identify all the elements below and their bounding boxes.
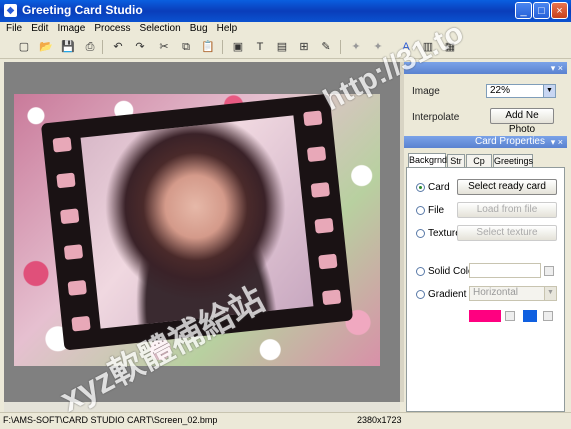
menu-file[interactable]: File xyxy=(6,22,22,36)
new-icon[interactable]: ▢ xyxy=(16,39,32,55)
file-radio[interactable] xyxy=(416,206,425,215)
select-ready-card-button[interactable]: Select ready card xyxy=(457,179,557,195)
image-icon[interactable]: ▣ xyxy=(230,39,246,55)
gradient-color-1[interactable] xyxy=(469,310,501,322)
text-icon[interactable]: T xyxy=(252,39,268,55)
background-tab-pane: Card Select ready card File Load from fi… xyxy=(406,167,565,412)
tab-str[interactable]: Str xyxy=(447,154,465,167)
toolbar-separator xyxy=(340,40,341,54)
zoom-select[interactable]: 22% ▼ xyxy=(486,84,556,98)
card-radio[interactable] xyxy=(416,183,425,192)
card-label: Card xyxy=(428,182,450,193)
add-photo-button[interactable]: Add Ne Photo xyxy=(490,108,554,135)
gradient-radio[interactable] xyxy=(416,290,425,299)
window-title: Greeting Card Studio xyxy=(22,3,143,17)
gradient-color-1-picker[interactable] xyxy=(505,311,515,321)
status-file-path: F:\AMS-SOFT\CARD STUDIO CART\Screen_02.b… xyxy=(3,415,218,425)
card-properties-title: Card Properties xyxy=(474,136,545,147)
film-hole xyxy=(67,279,87,296)
portrait-photo xyxy=(80,115,314,329)
toolbar-separator xyxy=(102,40,103,54)
redo-icon[interactable]: ↷ xyxy=(132,39,148,55)
gradient-mode-select[interactable]: Horizontal ▼ xyxy=(469,286,557,301)
select-texture-button[interactable]: Select texture xyxy=(457,225,557,241)
card-properties-header: Card Properties ▾ × xyxy=(404,136,567,148)
film-hole xyxy=(303,110,323,127)
film-hole xyxy=(60,208,80,225)
menu-bar: File Edit Image Process Selection Bug He… xyxy=(0,22,571,36)
load-from-file-button[interactable]: Load from file xyxy=(457,202,557,218)
gradient-color-2[interactable] xyxy=(523,310,537,322)
menu-bug[interactable]: Bug xyxy=(190,22,208,36)
texture-label: Texture xyxy=(428,228,461,239)
tab-background[interactable]: Backgrnd xyxy=(408,153,447,167)
frame-icon[interactable]: ⊞ xyxy=(296,39,312,55)
panel-buttons[interactable]: ▾ × xyxy=(551,62,563,74)
close-button[interactable]: × xyxy=(551,2,568,19)
file-label: File xyxy=(428,205,445,216)
toolbar: ▢ 📂 💾 ⎙ ↶ ↷ ✂ ⧉ 📋 ▣ T ▤ ⊞ ✎ ✦ ✦ A ▥ ▦ xyxy=(0,36,571,59)
interpolate-label: Interpolate xyxy=(412,112,460,123)
film-hole xyxy=(56,172,76,189)
chevron-down-icon: ▼ xyxy=(544,287,556,300)
solid-color-radio[interactable] xyxy=(416,267,425,276)
panel-buttons[interactable]: ▾ × xyxy=(551,136,563,148)
rotate-left-icon[interactable]: ✦ xyxy=(348,39,364,55)
minimize-button[interactable]: _ xyxy=(515,2,532,19)
save-icon[interactable]: 💾 xyxy=(60,39,76,55)
status-image-size: 2380x1723 xyxy=(357,415,402,425)
undo-icon[interactable]: ↶ xyxy=(110,39,126,55)
film-hole xyxy=(321,289,342,306)
gradient-color-2-picker[interactable] xyxy=(543,311,553,321)
menu-image[interactable]: Image xyxy=(57,22,85,36)
film-hole xyxy=(306,146,327,163)
side-panel: ▾ × Image 22% ▼ Interpolate Add Ne Photo… xyxy=(404,62,567,412)
film-hole xyxy=(52,136,72,153)
texture-radio[interactable] xyxy=(416,229,425,238)
status-bar: F:\AMS-SOFT\CARD STUDIO CART\Screen_02.b… xyxy=(0,412,571,429)
cut-icon[interactable]: ✂ xyxy=(156,39,172,55)
menu-selection[interactable]: Selection xyxy=(140,22,181,36)
toolbar-separator xyxy=(222,40,223,54)
gradient-mode-value: Horizontal xyxy=(473,287,519,298)
menu-edit[interactable]: Edit xyxy=(31,22,48,36)
tab-greetings[interactable]: Greetings xyxy=(493,154,533,167)
menu-help[interactable]: Help xyxy=(217,22,238,36)
solid-color-field[interactable] xyxy=(469,263,541,278)
app-icon: ◆ xyxy=(4,4,17,17)
film-hole xyxy=(71,315,91,332)
menu-process[interactable]: Process xyxy=(94,22,130,36)
zoom-value: 22% xyxy=(490,85,511,96)
film-hole xyxy=(318,253,338,270)
gradient-label: Gradient xyxy=(428,289,467,300)
brush-icon[interactable]: ✎ xyxy=(318,39,334,55)
film-hole xyxy=(63,244,84,260)
solid-color-picker-button[interactable] xyxy=(544,266,554,276)
film-hole xyxy=(314,217,334,234)
open-icon[interactable]: 📂 xyxy=(38,39,54,55)
zoom-label: Image xyxy=(412,86,440,97)
tab-clip-art[interactable]: Cp Art xyxy=(466,154,492,179)
page-icon[interactable]: ▤ xyxy=(274,39,290,55)
chevron-down-icon: ▼ xyxy=(543,85,555,97)
title-bar: ◆ Greeting Card Studio _ □ × xyxy=(0,0,571,22)
film-hole xyxy=(310,182,331,198)
maximize-button[interactable]: □ xyxy=(533,2,550,19)
print-icon[interactable]: ⎙ xyxy=(82,39,98,55)
paste-icon[interactable]: 📋 xyxy=(200,39,216,55)
copy-icon[interactable]: ⧉ xyxy=(178,39,194,55)
